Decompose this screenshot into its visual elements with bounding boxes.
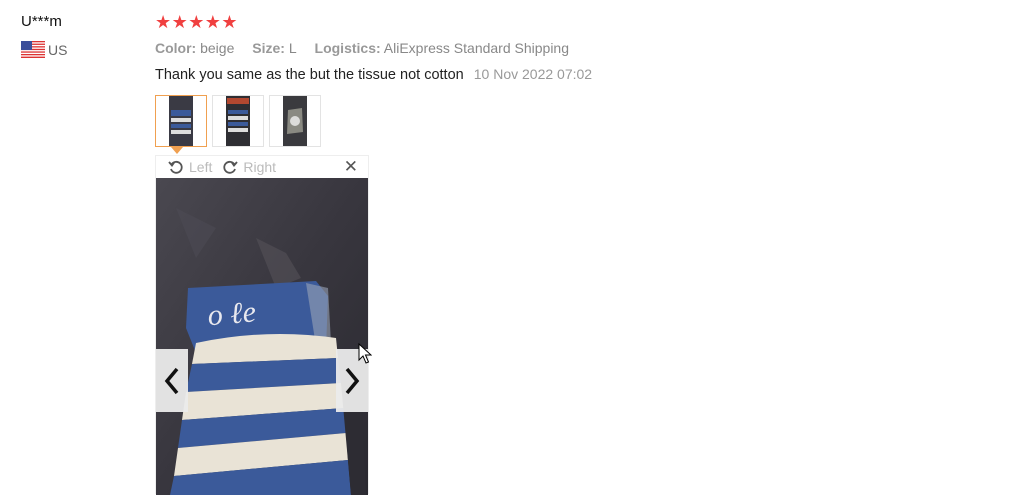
rotate-left-icon — [168, 160, 183, 174]
thumbnail-1[interactable] — [155, 95, 207, 147]
review-photo-large: o ℓe — [156, 178, 368, 495]
photo-thumbnails — [155, 95, 321, 147]
logistics-value: AliExpress Standard Shipping — [383, 40, 570, 56]
thumbnail-3[interactable] — [269, 95, 321, 147]
viewer-toolbar: Left Right ✕ — [156, 156, 368, 178]
review-text: Thank you same as the but the tissue not… — [155, 67, 464, 83]
star-rating: ★ ★ ★ ★ ★ — [155, 12, 238, 32]
star-icon: ★ — [221, 12, 238, 32]
rotate-right-icon — [223, 160, 239, 174]
rotate-left-label: Left — [189, 159, 213, 175]
star-icon: ★ — [155, 12, 172, 32]
star-icon: ★ — [188, 12, 205, 32]
star-icon: ★ — [204, 12, 221, 32]
color-value: beige — [200, 40, 235, 56]
review-photo-2 — [226, 96, 250, 146]
chevron-right-icon — [345, 367, 360, 394]
country-code: US — [48, 41, 68, 58]
previous-photo-button[interactable] — [156, 349, 188, 412]
color-label: Color: — [155, 40, 197, 56]
mouse-cursor-icon — [358, 343, 372, 364]
order-attributes: Color: beige Size: L Logistics: AliExpre… — [155, 40, 583, 56]
rotate-left-button[interactable]: Left — [168, 159, 212, 175]
review-date: 10 Nov 2022 07:02 — [473, 66, 593, 82]
close-icon[interactable]: ✕ — [344, 157, 358, 177]
photo-viewer: Left Right ✕ o ℓe — [155, 155, 369, 495]
size-value: L — [288, 40, 297, 56]
chevron-left-icon — [164, 367, 179, 394]
rotate-right-label: Right — [243, 159, 277, 175]
review-photo-1 — [169, 96, 193, 146]
rotate-right-button[interactable]: Right — [222, 159, 276, 175]
logistics-label: Logistics: — [314, 40, 381, 56]
svg-text:o ℓe: o ℓe — [206, 295, 257, 332]
review-body: Thank you same as the but the tissue not… — [155, 66, 592, 83]
active-thumbnail-caret — [171, 147, 183, 154]
reviewer-country: US — [21, 41, 67, 58]
review-photo-3 — [283, 96, 307, 146]
thumbnail-2[interactable] — [212, 95, 264, 147]
size-label: Size: — [252, 40, 285, 56]
us-flag-icon — [21, 41, 45, 58]
star-icon: ★ — [171, 12, 188, 32]
reviewer-name: U***m — [21, 13, 62, 30]
